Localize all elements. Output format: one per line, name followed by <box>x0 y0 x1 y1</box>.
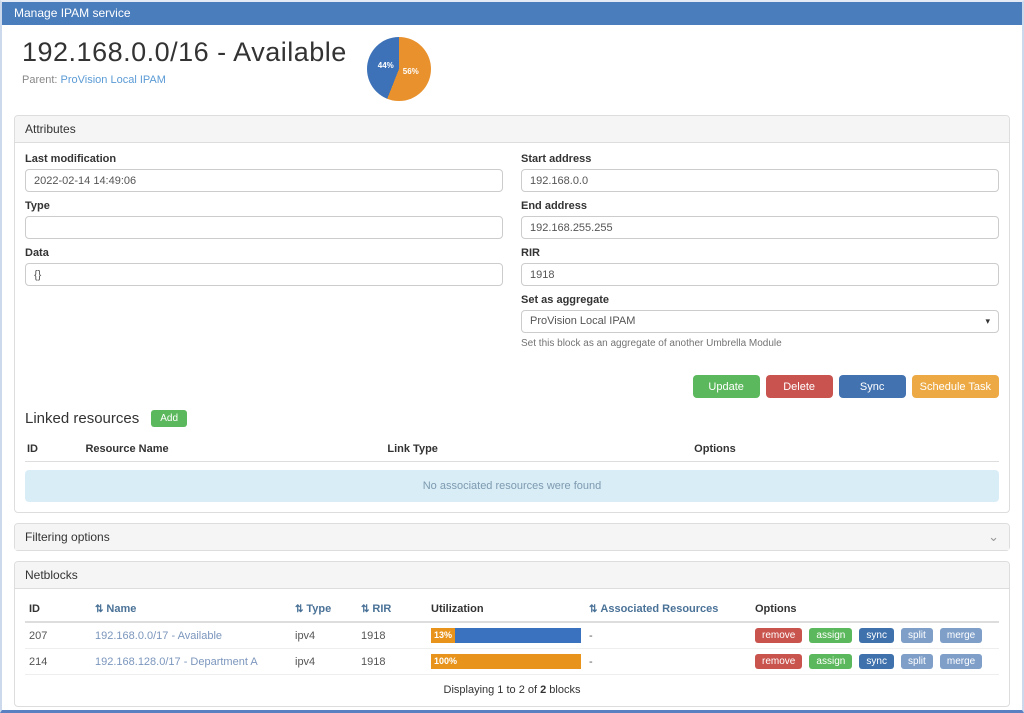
sync-button[interactable]: Sync <box>839 375 906 398</box>
last-modification-label: Last modification <box>25 153 503 165</box>
netblock-row: 214 192.168.128.0/17 - Department A ipv4… <box>25 649 999 675</box>
nb-col-associated-label: Associated Resources <box>600 603 718 615</box>
nb-row-type: ipv4 <box>291 622 357 649</box>
end-address-label: End address <box>521 200 999 212</box>
nb-row-associated: - <box>585 622 751 649</box>
sort-icon: ⇅ <box>589 604 597 615</box>
nb-col-id: ID <box>25 597 91 622</box>
linked-resources-section: Linked resources Add ID Resource Name Li… <box>25 410 999 502</box>
sort-icon: ⇅ <box>95 604 103 615</box>
nb-col-type[interactable]: ⇅Type <box>291 597 357 622</box>
chevron-down-icon: ⌄ <box>988 532 999 542</box>
netblocks-panel-heading: Netblocks <box>15 562 1009 589</box>
nb-row-rir: 1918 <box>357 649 427 675</box>
last-modification-field[interactable] <box>25 169 503 192</box>
block-summary: 192.168.0.0/16 - Available Parent: ProVi… <box>2 25 1022 115</box>
nb-col-name-label: Name <box>106 603 136 615</box>
utilization-bar: 100% <box>431 654 581 669</box>
end-address-field[interactable] <box>521 216 999 239</box>
utilization-fill: 13% <box>431 628 455 643</box>
merge-button[interactable]: merge <box>940 654 982 669</box>
utilization-remainder <box>455 628 581 643</box>
nb-col-rir-label: RIR <box>372 603 391 615</box>
nb-row-rir: 1918 <box>357 622 427 649</box>
linked-col-resource-name: Resource Name <box>83 437 385 462</box>
delete-button[interactable]: Delete <box>766 375 833 398</box>
paging-suffix: blocks <box>546 684 580 696</box>
rir-field[interactable] <box>521 263 999 286</box>
modal-titlebar: Manage IPAM service <box>2 2 1022 25</box>
linked-resources-heading: Linked resources <box>25 410 139 427</box>
modal-title: Manage IPAM service <box>14 6 131 20</box>
attributes-panel: Attributes Last modification Type Data <box>14 115 1010 513</box>
sort-icon: ⇅ <box>295 604 303 615</box>
paging-status: Displaying 1 to 2 of 2 blocks <box>25 684 999 696</box>
attributes-right-column: Start address End address RIR Set as agg… <box>521 153 999 357</box>
nb-col-options: Options <box>751 597 999 622</box>
rir-label: RIR <box>521 247 999 259</box>
type-label: Type <box>25 200 503 212</box>
netblock-link[interactable]: 192.168.0.0/17 - Available <box>95 630 222 642</box>
utilization-pie-chart: 44% 56% <box>367 37 431 101</box>
linked-col-id: ID <box>25 437 83 462</box>
set-as-aggregate-label: Set as aggregate <box>521 294 999 306</box>
nb-col-rir[interactable]: ⇅RIR <box>357 597 427 622</box>
add-linked-resource-button[interactable]: Add <box>151 410 187 427</box>
manage-ipam-modal: Manage IPAM service 192.168.0.0/16 - Ava… <box>0 0 1024 713</box>
split-button[interactable]: split <box>901 628 933 643</box>
schedule-task-button[interactable]: Schedule Task <box>912 375 999 398</box>
nb-col-type-label: Type <box>306 603 331 615</box>
attributes-left-column: Last modification Type Data <box>25 153 503 357</box>
sync-netblock-button[interactable]: sync <box>859 628 894 643</box>
parent-label: Parent: <box>22 74 57 86</box>
nb-row-type: ipv4 <box>291 649 357 675</box>
nb-row-id: 214 <box>25 649 91 675</box>
linked-resources-table: ID Resource Name Link Type Options <box>25 437 999 462</box>
utilization-fill: 100% <box>431 654 581 669</box>
nb-col-utilization: Utilization <box>427 597 585 622</box>
pie-slice-label-orange: 56% <box>403 67 419 76</box>
data-field[interactable] <box>25 263 503 286</box>
paging-prefix: Displaying 1 to 2 of <box>444 684 541 696</box>
start-address-field[interactable] <box>521 169 999 192</box>
attributes-actions: Update Delete Sync Schedule Task <box>25 375 999 398</box>
sync-netblock-button[interactable]: sync <box>859 654 894 669</box>
split-button[interactable]: split <box>901 654 933 669</box>
nb-row-associated: - <box>585 649 751 675</box>
nb-col-associated[interactable]: ⇅Associated Resources <box>585 597 751 622</box>
nb-row-id: 207 <box>25 622 91 649</box>
netblocks-panel: Netblocks ID ⇅Name ⇅Type ⇅RIR Utilizatio… <box>14 561 1010 707</box>
start-address-label: Start address <box>521 153 999 165</box>
assign-button[interactable]: assign <box>809 654 852 669</box>
utilization-bar: 13% <box>431 628 581 643</box>
filtering-options-header[interactable]: Filtering options ⌄ <box>15 524 1009 550</box>
attributes-panel-heading: Attributes <box>15 116 1009 143</box>
remove-button[interactable]: remove <box>755 628 802 643</box>
parent-link[interactable]: ProVision Local IPAM <box>61 74 166 86</box>
set-as-aggregate-help: Set this block as an aggregate of anothe… <box>521 338 999 349</box>
update-button[interactable]: Update <box>693 375 760 398</box>
set-as-aggregate-value: ProVision Local IPAM <box>530 315 635 327</box>
remove-button[interactable]: remove <box>755 654 802 669</box>
set-as-aggregate-select[interactable]: ProVision Local IPAM ▾ <box>521 310 999 333</box>
no-resources-alert: No associated resources were found <box>25 470 999 502</box>
netblock-row: 207 192.168.0.0/17 - Available ipv4 1918… <box>25 622 999 649</box>
filtering-options-panel: Filtering options ⌄ <box>14 523 1010 551</box>
linked-col-options: Options <box>692 437 999 462</box>
type-field[interactable] <box>25 216 503 239</box>
netblock-link[interactable]: 192.168.128.0/17 - Department A <box>95 656 258 668</box>
caret-down-icon: ▾ <box>985 311 990 332</box>
data-label: Data <box>25 247 503 259</box>
filtering-options-label: Filtering options <box>25 530 110 544</box>
sort-icon: ⇅ <box>361 604 369 615</box>
assign-button[interactable]: assign <box>809 628 852 643</box>
block-summary-text: 192.168.0.0/16 - Available Parent: ProVi… <box>22 35 347 86</box>
pie-slice-label-blue: 44% <box>378 61 394 70</box>
nb-col-name[interactable]: ⇅Name <box>91 597 291 622</box>
merge-button[interactable]: merge <box>940 628 982 643</box>
page-title: 192.168.0.0/16 - Available <box>22 37 347 68</box>
linked-col-link-type: Link Type <box>385 437 692 462</box>
netblocks-table: ID ⇅Name ⇅Type ⇅RIR Utilization ⇅Associa… <box>25 597 999 675</box>
